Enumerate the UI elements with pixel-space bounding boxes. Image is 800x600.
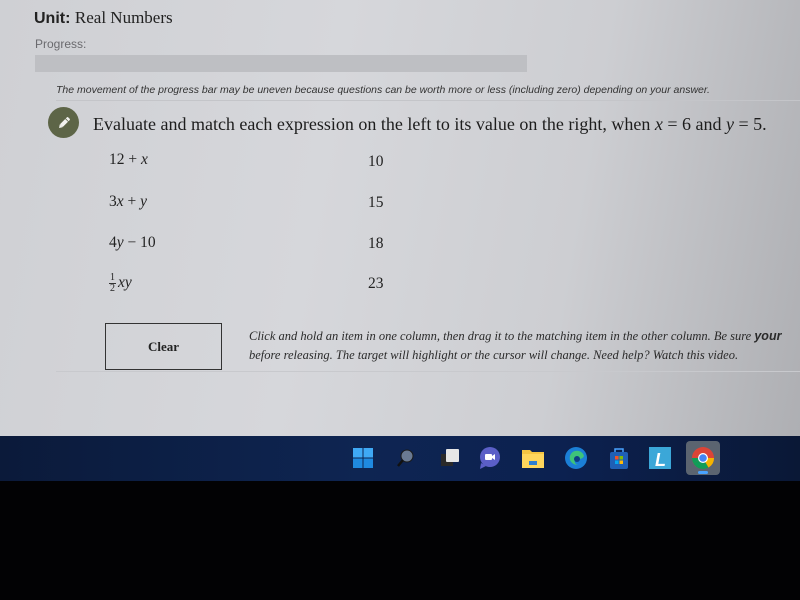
fraction-denominator: 2 bbox=[110, 283, 115, 294]
prompt-text-x: = 6 and bbox=[662, 114, 726, 134]
task-view-icon[interactable] bbox=[437, 445, 463, 471]
chrome-icon[interactable] bbox=[686, 441, 720, 475]
right-item-3[interactable]: 18 bbox=[368, 235, 384, 253]
expr-text: 12 + bbox=[109, 151, 141, 168]
taskbar: L bbox=[0, 436, 800, 481]
expr-var: x bbox=[116, 193, 124, 210]
prompt-text: Evaluate and match each expression on th… bbox=[93, 114, 655, 134]
instructions-bold: your bbox=[754, 329, 782, 343]
left-item-4[interactable]: 1 2 xy bbox=[109, 273, 132, 294]
instructions-line-2[interactable]: before releasing. The target will highli… bbox=[249, 348, 738, 362]
prompt-text-y: = 5. bbox=[733, 114, 767, 134]
fraction: 12 bbox=[109, 273, 116, 294]
divider bbox=[56, 100, 800, 101]
left-item-3[interactable]: 4y − 10 bbox=[109, 234, 156, 252]
expr-text: 4 bbox=[109, 234, 117, 251]
progress-label: Progress: bbox=[35, 37, 87, 51]
svg-text:L: L bbox=[655, 450, 666, 470]
right-item-4[interactable]: 23 bbox=[368, 275, 384, 293]
divider bbox=[56, 371, 800, 372]
l-app-icon[interactable]: L bbox=[647, 445, 673, 471]
question-prompt: Evaluate and match each expression on th… bbox=[93, 114, 767, 135]
unit-title: Unit: Real Numbers bbox=[34, 8, 173, 28]
right-item-2[interactable]: 15 bbox=[368, 194, 384, 212]
browser-page: Unit: Real Numbers Progress: The movemen… bbox=[0, 0, 800, 436]
windows-start-icon[interactable] bbox=[350, 445, 376, 471]
expr-var: x bbox=[141, 151, 148, 168]
expr-text: 3 bbox=[109, 193, 117, 210]
instructions-line-1: Click and hold an item in one column, th… bbox=[249, 329, 755, 343]
instructions: Click and hold an item in one column, th… bbox=[249, 327, 781, 365]
expr-text: + bbox=[123, 193, 141, 210]
file-explorer-icon[interactable] bbox=[520, 445, 546, 471]
progress-bar bbox=[35, 55, 527, 72]
store-icon[interactable] bbox=[606, 445, 632, 471]
expr-text: − 10 bbox=[123, 234, 156, 251]
expr-var: xy bbox=[118, 274, 132, 292]
active-indicator bbox=[698, 471, 708, 474]
right-item-1[interactable]: 10 bbox=[368, 153, 384, 171]
unit-name: Real Numbers bbox=[74, 8, 173, 27]
monitor-bezel bbox=[0, 481, 800, 600]
pencil-icon bbox=[48, 107, 79, 138]
var-x: x bbox=[654, 114, 663, 134]
chat-icon[interactable] bbox=[477, 445, 503, 471]
var-y: y bbox=[725, 114, 734, 134]
progress-note: The movement of the progress bar may be … bbox=[56, 84, 710, 96]
expr-var: y bbox=[116, 234, 124, 251]
clear-button[interactable]: Clear bbox=[105, 323, 222, 370]
expr-var: y bbox=[140, 193, 148, 210]
unit-label: Unit: bbox=[34, 10, 71, 27]
left-item-1[interactable]: 12 + x bbox=[109, 151, 148, 169]
edge-icon[interactable] bbox=[563, 445, 589, 471]
left-item-2[interactable]: 3x + y bbox=[109, 193, 147, 211]
search-icon[interactable] bbox=[393, 445, 419, 471]
